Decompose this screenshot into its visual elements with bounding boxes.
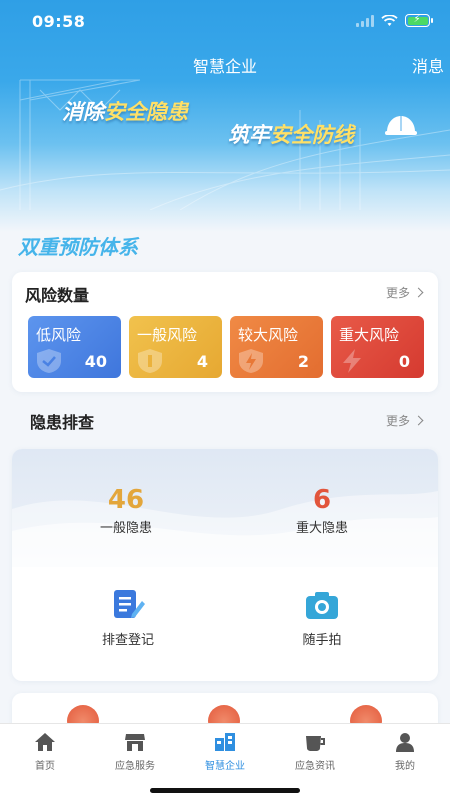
shield-check-icon bbox=[37, 349, 61, 373]
risk-tile-label: 低风险 bbox=[36, 326, 82, 344]
general-hazard-count: 46 bbox=[107, 485, 145, 515]
hazard-section-title: 隐患排查 bbox=[30, 413, 95, 432]
status-time: 09:58 bbox=[32, 12, 86, 31]
major-hazard-stat[interactable]: 6 重大隐患 bbox=[252, 485, 392, 536]
risk-tile-severe[interactable]: 重大风险 0 bbox=[331, 316, 424, 378]
battery-icon: ⚡ bbox=[405, 14, 433, 27]
risk-tiles: 低风险 40 一般风险 4 较大风险 2 重大风险 0 bbox=[28, 316, 424, 378]
home-indicator bbox=[150, 788, 300, 793]
risk-tile-general[interactable]: 一般风险 4 bbox=[129, 316, 222, 378]
risk-tile-low[interactable]: 低风险 40 bbox=[28, 316, 121, 378]
risk-tile-label: 一般风险 bbox=[137, 326, 198, 344]
risk-tile-label: 重大风险 bbox=[339, 326, 400, 344]
cup-icon bbox=[306, 736, 325, 751]
wifi-icon bbox=[381, 14, 398, 26]
risk-tile-count: 2 bbox=[297, 352, 309, 371]
hazard-more-link[interactable]: 更多 bbox=[386, 412, 424, 429]
signal-icon bbox=[356, 14, 374, 27]
hazard-stats-panel: 46 一般隐患 6 重大隐患 bbox=[12, 449, 438, 567]
action-label: 排查登记 bbox=[101, 633, 154, 648]
building-icon bbox=[215, 733, 235, 751]
tab-emergency-service[interactable]: 应急服务 bbox=[90, 732, 180, 772]
major-hazard-label: 重大隐患 bbox=[295, 521, 348, 536]
risk-tile-label: 较大风险 bbox=[238, 326, 299, 344]
tab-emergency-news[interactable]: 应急资讯 bbox=[270, 732, 360, 772]
banner-slogan-1: 消除安全隐患 bbox=[62, 100, 188, 124]
user-icon bbox=[396, 733, 414, 752]
banner-slogan-2: 筑牢安全防线 bbox=[228, 123, 354, 147]
inspection-register-button[interactable]: 排查登记 bbox=[68, 589, 188, 648]
major-hazard-count: 6 bbox=[312, 485, 332, 515]
status-bar: 09:58 ⚡ bbox=[0, 0, 450, 44]
section-heading: 双重预防体系 bbox=[18, 235, 138, 259]
chevron-right-icon bbox=[413, 415, 424, 426]
tab-home[interactable]: 首页 bbox=[0, 732, 90, 772]
risk-count-card: 风险数量 更多 低风险 40 一般风险 4 较大风险 2 重大风险 0 bbox=[12, 272, 438, 392]
hazard-card: 46 一般隐患 6 重大隐患 排查登记 随手拍 bbox=[12, 449, 438, 681]
chevron-right-icon bbox=[413, 287, 424, 298]
page-title: 智慧企业 bbox=[192, 57, 257, 76]
tab-mine[interactable]: 我的 bbox=[360, 732, 450, 772]
risk-tile-major[interactable]: 较大风险 2 bbox=[230, 316, 323, 378]
shield-icon bbox=[138, 349, 162, 373]
lightning-icon bbox=[343, 349, 361, 373]
edit-document-icon bbox=[114, 590, 145, 618]
risk-tile-count: 40 bbox=[84, 352, 107, 371]
safety-helmet-icon bbox=[385, 116, 417, 135]
risk-tile-count: 0 bbox=[398, 352, 410, 371]
risk-card-title: 风险数量 bbox=[25, 286, 90, 305]
store-icon bbox=[125, 734, 145, 751]
risk-tile-count: 4 bbox=[196, 352, 208, 371]
home-icon bbox=[35, 733, 55, 751]
message-button[interactable]: 消息 bbox=[412, 53, 444, 77]
action-label: 随手拍 bbox=[302, 633, 342, 648]
lightning-shield-icon bbox=[239, 349, 263, 373]
risk-more-link[interactable]: 更多 bbox=[386, 284, 424, 301]
camera-icon bbox=[306, 592, 338, 619]
construction-background-graphic bbox=[0, 79, 450, 210]
tab-smart-enterprise[interactable]: 智慧企业 bbox=[180, 732, 270, 772]
snapshot-button[interactable]: 随手拍 bbox=[262, 589, 382, 648]
general-hazard-label: 一般隐患 bbox=[99, 521, 152, 536]
general-hazard-stat[interactable]: 46 一般隐患 bbox=[56, 485, 196, 536]
status-icons: ⚡ bbox=[356, 14, 433, 27]
